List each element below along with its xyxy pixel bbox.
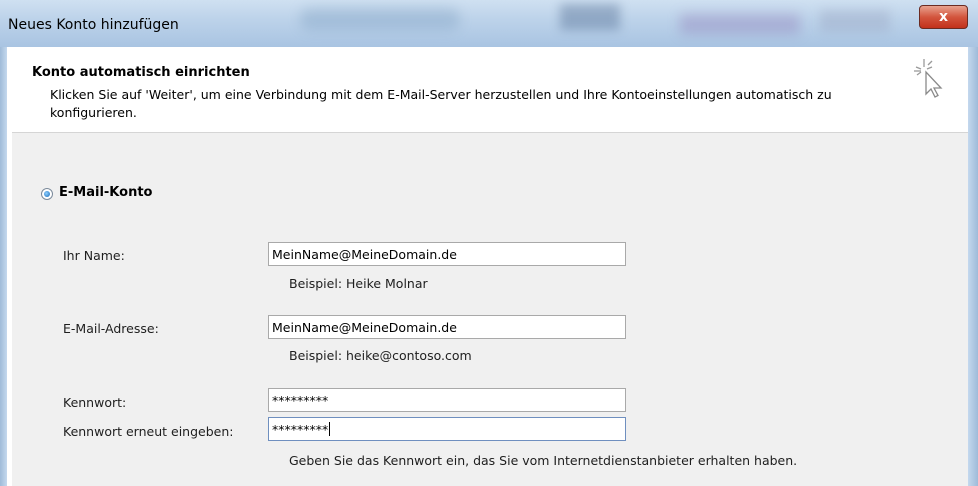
email-account-label[interactable]: E-Mail-Konto	[59, 185, 152, 200]
text-caret	[329, 422, 331, 436]
password-confirm-input[interactable]: *********	[268, 417, 626, 441]
password-label: Kennwort:	[63, 395, 127, 410]
close-button[interactable]: x	[919, 5, 968, 29]
glass-blur	[300, 8, 460, 30]
window-frame-left	[0, 47, 7, 486]
title-bar[interactable]: Neues Konto hinzufügen x	[0, 0, 978, 47]
header-title: Konto automatisch einrichten	[32, 65, 250, 80]
password-hint: Geben Sie das Kennwort ein, das Sie vom …	[289, 453, 798, 468]
name-input[interactable]: MeinName@MeineDomain.de	[268, 242, 626, 266]
window-title: Neues Konto hinzufügen	[8, 17, 179, 33]
form-area: E-Mail-Konto Ihr Name: MeinName@MeineDom…	[12, 133, 968, 486]
glass-blur	[680, 14, 800, 34]
wizard-cursor-icon	[914, 59, 943, 98]
password-input[interactable]: *********	[268, 388, 626, 412]
glass-blur	[560, 4, 620, 30]
radio-selected-dot	[44, 191, 50, 197]
close-icon: x	[938, 9, 949, 25]
email-account-radio[interactable]	[41, 188, 53, 200]
glass-blur	[820, 10, 890, 32]
wizard-header: Konto automatisch einrichten Klicken Sie…	[12, 47, 968, 133]
email-label: E-Mail-Adresse:	[63, 321, 159, 336]
window-frame-right	[968, 47, 978, 486]
name-label: Ihr Name:	[63, 248, 125, 263]
header-description: Klicken Sie auf 'Weiter', um eine Verbin…	[50, 87, 832, 120]
name-hint: Beispiel: Heike Molnar	[289, 276, 428, 291]
email-input[interactable]: MeinName@MeineDomain.de	[268, 315, 626, 339]
email-hint: Beispiel: heike@contoso.com	[289, 348, 472, 363]
password-confirm-value: *********	[272, 422, 329, 437]
password-confirm-label: Kennwort erneut eingeben:	[63, 424, 234, 439]
